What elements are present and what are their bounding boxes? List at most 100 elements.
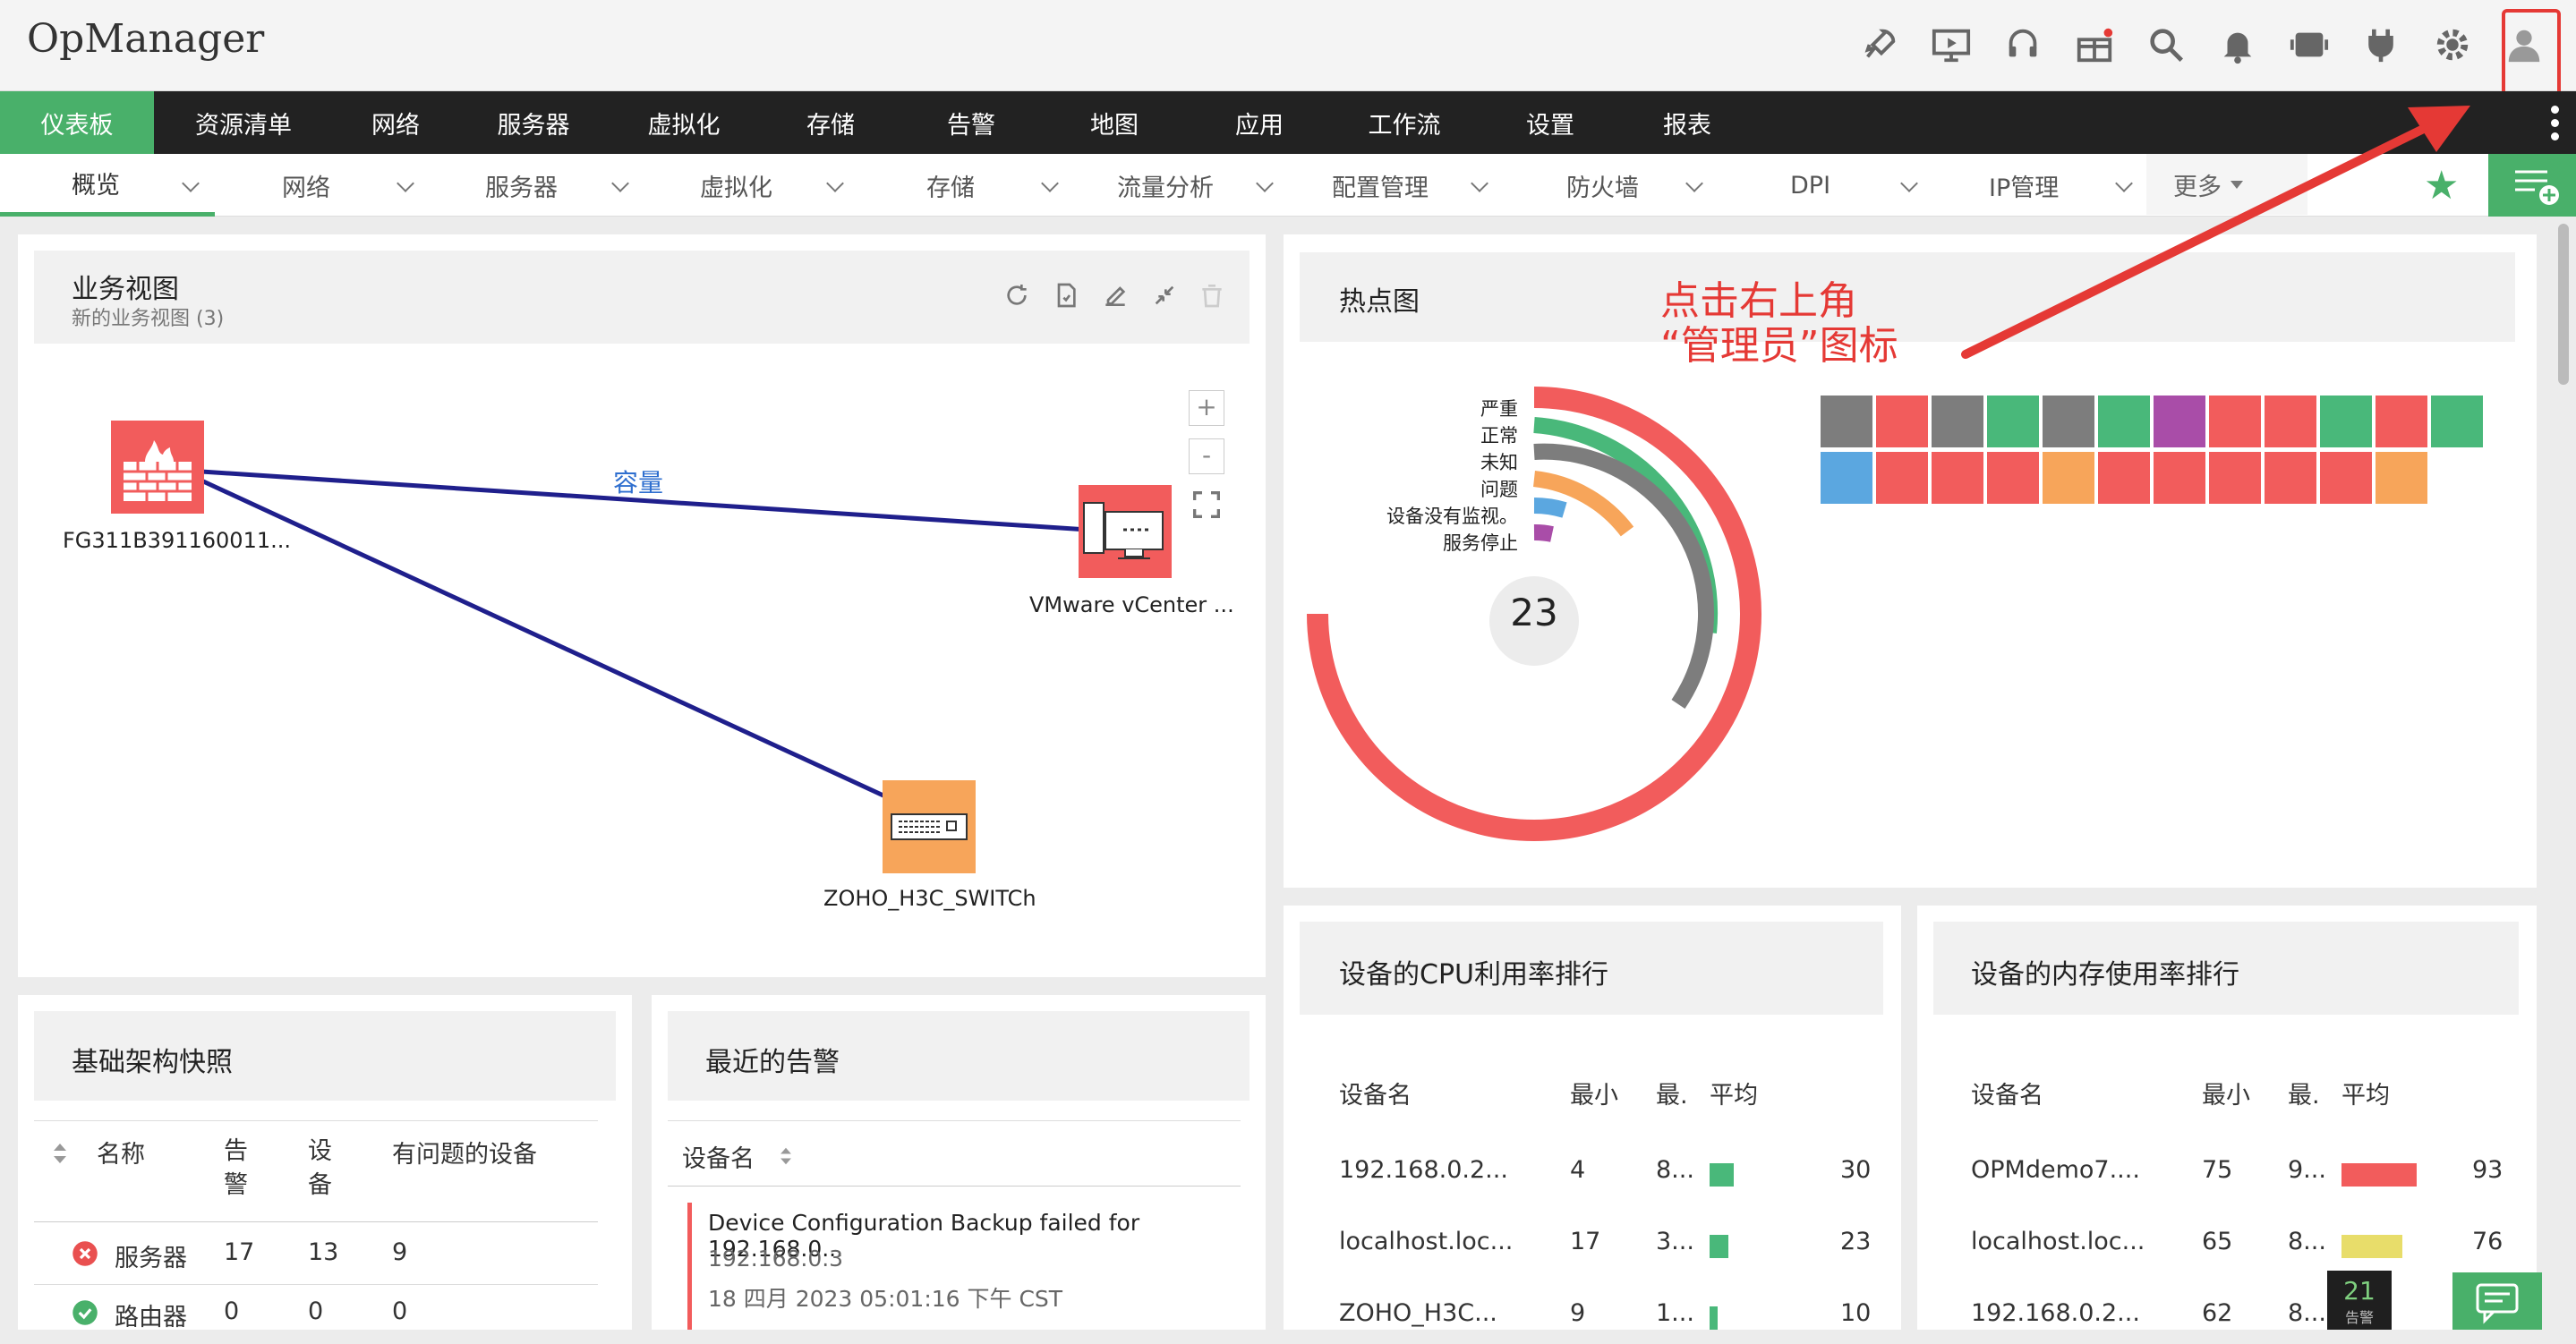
main-nav-storage[interactable]: 存储: [759, 91, 902, 154]
subnav-storage[interactable]: 存储: [859, 154, 1074, 217]
zoom-in-button[interactable]: +: [1189, 390, 1224, 426]
subnav-virtualization[interactable]: 虚拟化: [644, 154, 859, 217]
main-nav-workflow[interactable]: 工作流: [1330, 91, 1479, 154]
table-row[interactable]: 服务器 17 13 9: [34, 1222, 598, 1285]
heatmap-cell-critical[interactable]: [2265, 396, 2316, 447]
col-max: 最.: [2288, 1082, 2320, 1110]
table-row[interactable]: localhost.loc... 65 8... 76: [1917, 1219, 2537, 1272]
col-alarms[interactable]: 告警: [224, 1135, 248, 1203]
subnav-network[interactable]: 网络: [215, 154, 430, 217]
alarm-count-badge[interactable]: 21 告警: [2327, 1271, 2392, 1330]
alarm-time: 18 四月 2023 05:01:16 下午 CST: [708, 1286, 1063, 1312]
alarms-table-header[interactable]: 设备名: [668, 1120, 1241, 1187]
main-nav-dashboard[interactable]: 仪表板: [0, 91, 154, 154]
table-row[interactable]: 路由器 0 0 0: [34, 1285, 598, 1331]
heatmap-cell-critical[interactable]: [2265, 452, 2316, 504]
subnav-label: 防火墙: [1566, 174, 1639, 202]
bell-icon[interactable]: [2202, 16, 2273, 73]
add-widget-button[interactable]: [2488, 154, 2576, 217]
zoom-out-button[interactable]: -: [1189, 438, 1224, 474]
heatmap-cell-clear[interactable]: [2320, 396, 2372, 447]
row-min: 17: [1570, 1228, 1601, 1255]
heatmap-cell-critical[interactable]: [2376, 396, 2427, 447]
gift-icon[interactable]: [2059, 16, 2130, 73]
sort-icon[interactable]: [52, 1142, 68, 1165]
alarm-item[interactable]: Device Configuration Backup failed for 1…: [687, 1203, 1233, 1330]
table-row[interactable]: OPMdemo7.... 75 9... 93: [1917, 1147, 2537, 1201]
refresh-icon[interactable]: [1002, 281, 1031, 310]
heatmap-cell-unmanaged[interactable]: [1821, 452, 1872, 504]
row-devices: 13: [308, 1238, 339, 1266]
chevron-down-icon: [1685, 174, 1703, 192]
heatmap-cell-critical[interactable]: [1932, 452, 1983, 504]
heatmap-cell-critical[interactable]: [1876, 452, 1928, 504]
battery-icon[interactable]: [2273, 16, 2345, 73]
heatmap-header: [1300, 252, 2515, 342]
heatmap-cell-down[interactable]: [2154, 396, 2205, 447]
subnav-config[interactable]: 配置管理: [1289, 154, 1504, 217]
row-min: 9: [1570, 1299, 1586, 1327]
subnav-netflow[interactable]: 流量分析: [1074, 154, 1289, 217]
main-nav-servers[interactable]: 服务器: [458, 91, 609, 154]
subnav-more[interactable]: 更多: [2146, 154, 2307, 215]
col-devices[interactable]: 设备: [308, 1135, 332, 1203]
heatmap-cell-unknown[interactable]: [1932, 396, 1983, 447]
collapse-icon[interactable]: [1150, 281, 1179, 310]
heatmap-cell-critical[interactable]: [1987, 452, 2039, 504]
col-alarms-line: 警: [224, 1171, 248, 1199]
heatmap-cell-critical[interactable]: [2209, 396, 2261, 447]
table-row[interactable]: 192.168.0.2... 62 8...: [1917, 1290, 2537, 1344]
main-nav-reports[interactable]: 报表: [1622, 91, 1753, 154]
chat-button[interactable]: [2452, 1272, 2542, 1330]
row-problem: 9: [392, 1238, 408, 1266]
main-nav-settings[interactable]: 设置: [1479, 91, 1622, 154]
gear-icon[interactable]: [2417, 16, 2488, 73]
col-name[interactable]: 名称: [97, 1135, 145, 1170]
more-menu-icon[interactable]: [2551, 106, 2560, 146]
subnav-overview[interactable]: 概览: [0, 154, 215, 217]
heatmap-cell-critical[interactable]: [2098, 452, 2150, 504]
export-icon[interactable]: [1052, 281, 1080, 310]
main-nav-network[interactable]: 网络: [333, 91, 458, 154]
rocket-icon[interactable]: [1844, 16, 1915, 73]
subnav-dpi[interactable]: DPI: [1719, 154, 1933, 217]
table-row[interactable]: ZOHO_H3C... 9 1... 10: [1284, 1290, 1901, 1344]
heatmap-cell-clear[interactable]: [2431, 396, 2483, 447]
main-nav-maps[interactable]: 地图: [1040, 91, 1189, 154]
heatmap-cell-unknown[interactable]: [2043, 396, 2094, 447]
main-nav-apps[interactable]: 应用: [1189, 91, 1330, 154]
col-problem[interactable]: 有问题的设备: [392, 1135, 537, 1170]
edit-icon[interactable]: [1101, 281, 1130, 310]
subnav-servers[interactable]: 服务器: [430, 154, 644, 217]
table-row[interactable]: localhost.loc... 17 3... 23: [1284, 1219, 1901, 1272]
heatmap-cell-unknown[interactable]: [1821, 396, 1872, 447]
heatmap-cell-critical[interactable]: [2209, 452, 2261, 504]
heatmap-cell-critical[interactable]: [2320, 452, 2372, 504]
delete-icon[interactable]: [1198, 281, 1226, 310]
heatmap-cell-critical[interactable]: [1876, 396, 1928, 447]
favorite-star-icon[interactable]: ★: [2424, 163, 2459, 208]
main-nav-alarms[interactable]: 告警: [902, 91, 1040, 154]
search-icon[interactable]: [2130, 16, 2202, 73]
presentation-icon[interactable]: [1915, 16, 1987, 73]
headset-icon[interactable]: [1987, 16, 2059, 73]
subnav-ipam[interactable]: IP管理: [1933, 154, 2148, 217]
fit-screen-icon[interactable]: [1189, 487, 1224, 523]
row-max: 9...: [2288, 1156, 2326, 1184]
chevron-down-icon: [2115, 174, 2133, 192]
plug-icon[interactable]: [2345, 16, 2417, 73]
switch-node[interactable]: [883, 780, 976, 873]
page-scrollbar[interactable]: [2558, 224, 2569, 385]
heatmap-cell-clear[interactable]: [2098, 396, 2150, 447]
row-min: 62: [2202, 1299, 2233, 1327]
heatmap-cell-trouble[interactable]: [2376, 452, 2427, 504]
vcenter-node[interactable]: [1079, 485, 1172, 578]
main-nav-inventory[interactable]: 资源清单: [154, 91, 333, 154]
firewall-node[interactable]: [111, 421, 204, 514]
subnav-firewall[interactable]: 防火墙: [1504, 154, 1719, 217]
main-nav-virtualization[interactable]: 虚拟化: [609, 91, 759, 154]
heatmap-cell-critical[interactable]: [2154, 452, 2205, 504]
table-row[interactable]: 192.168.0.2... 4 8... 30: [1284, 1147, 1901, 1201]
heatmap-cell-trouble[interactable]: [2043, 452, 2094, 504]
heatmap-cell-clear[interactable]: [1987, 396, 2039, 447]
